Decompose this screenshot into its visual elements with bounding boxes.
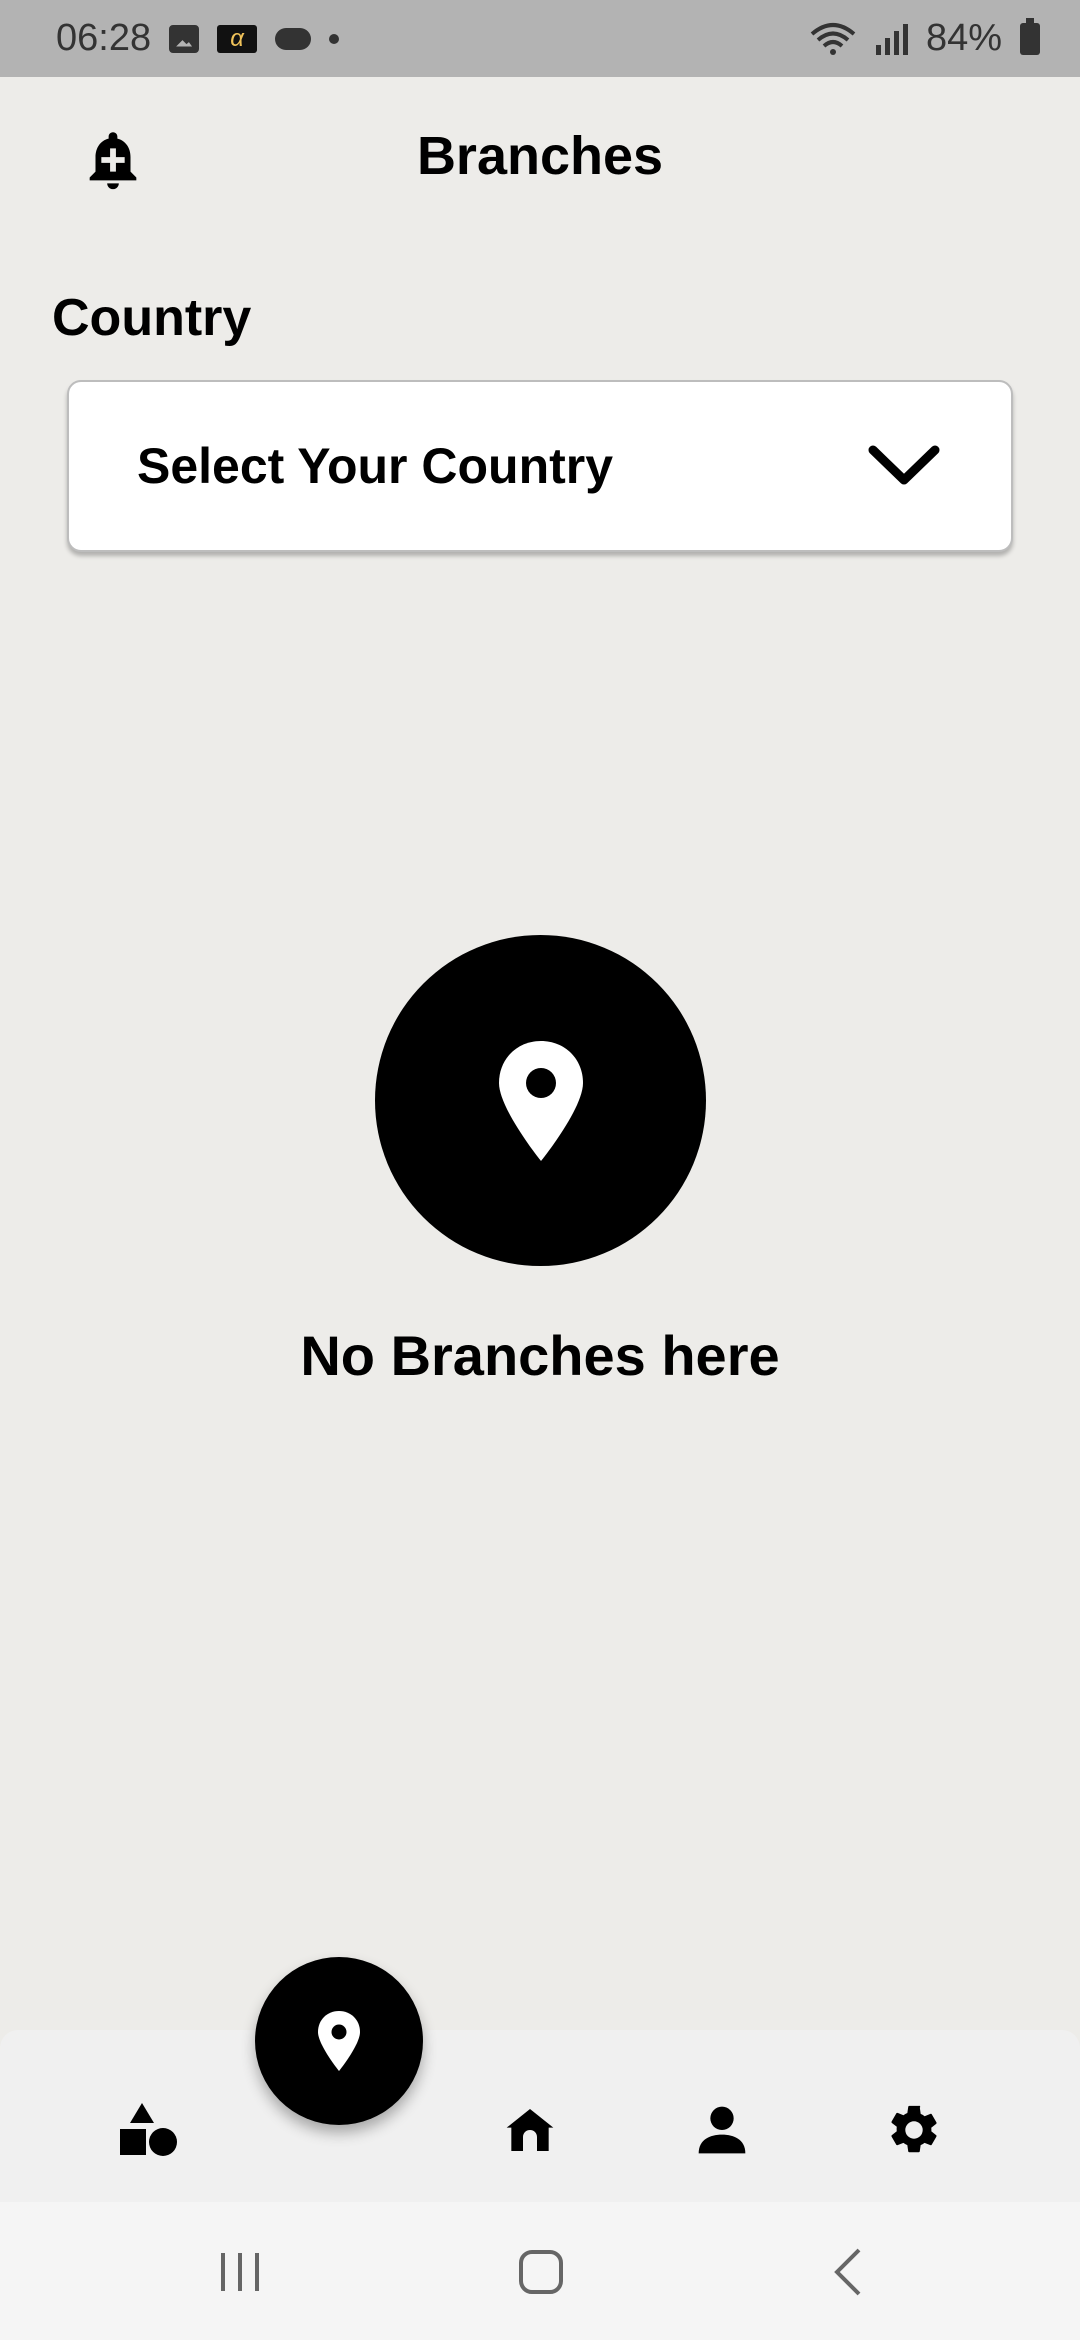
- country-select[interactable]: Select Your Country: [67, 380, 1013, 552]
- battery-percent: 84%: [925, 17, 1002, 59]
- signal-icon: [875, 23, 908, 55]
- cloud-icon: [275, 27, 312, 50]
- nav-item-home[interactable]: [490, 2090, 570, 2170]
- screen: 06:28 α 84% Branches Country Select Your…: [0, 0, 1080, 2340]
- status-right: 84%: [810, 17, 1040, 60]
- empty-state-message: No Branches here: [300, 1324, 780, 1387]
- shapes-icon: [120, 2103, 177, 2156]
- empty-state-circle: [375, 935, 706, 1266]
- recents-icon: [221, 2253, 259, 2291]
- location-pin-icon: [498, 1040, 583, 1161]
- chevron-down-icon: [868, 445, 940, 485]
- gear-icon: [891, 2105, 937, 2153]
- system-nav: [0, 2202, 1080, 2340]
- status-time: 06:28: [56, 17, 152, 59]
- wifi-icon: [810, 22, 856, 55]
- image-icon: [169, 24, 200, 53]
- system-home-button[interactable]: [516, 2242, 566, 2302]
- system-back-button[interactable]: [826, 2242, 870, 2302]
- alpha-app-icon: α: [217, 24, 258, 53]
- dot-icon: [329, 33, 340, 44]
- person-icon: [698, 2106, 746, 2154]
- bottom-nav: [0, 2030, 1080, 2202]
- location-pin-icon: [318, 2011, 360, 2071]
- back-icon: [834, 2248, 861, 2296]
- recents-button[interactable]: [215, 2242, 265, 2302]
- country-label: Country: [52, 289, 252, 347]
- nav-item-branches[interactable]: [255, 1957, 423, 2125]
- status-left: 06:28 α: [56, 17, 340, 60]
- nav-item-shapes[interactable]: [108, 2090, 188, 2170]
- country-select-value: Select Your Country: [137, 438, 614, 494]
- nav-item-profile[interactable]: [682, 2090, 762, 2170]
- home-icon: [506, 2109, 554, 2151]
- header: Branches: [0, 77, 1080, 237]
- home-button-icon: [519, 2250, 563, 2294]
- battery-icon: [1020, 17, 1040, 55]
- page-title: Branches: [416, 126, 664, 186]
- nav-item-settings[interactable]: [874, 2090, 954, 2170]
- status-bar: 06:28 α 84%: [0, 0, 1080, 77]
